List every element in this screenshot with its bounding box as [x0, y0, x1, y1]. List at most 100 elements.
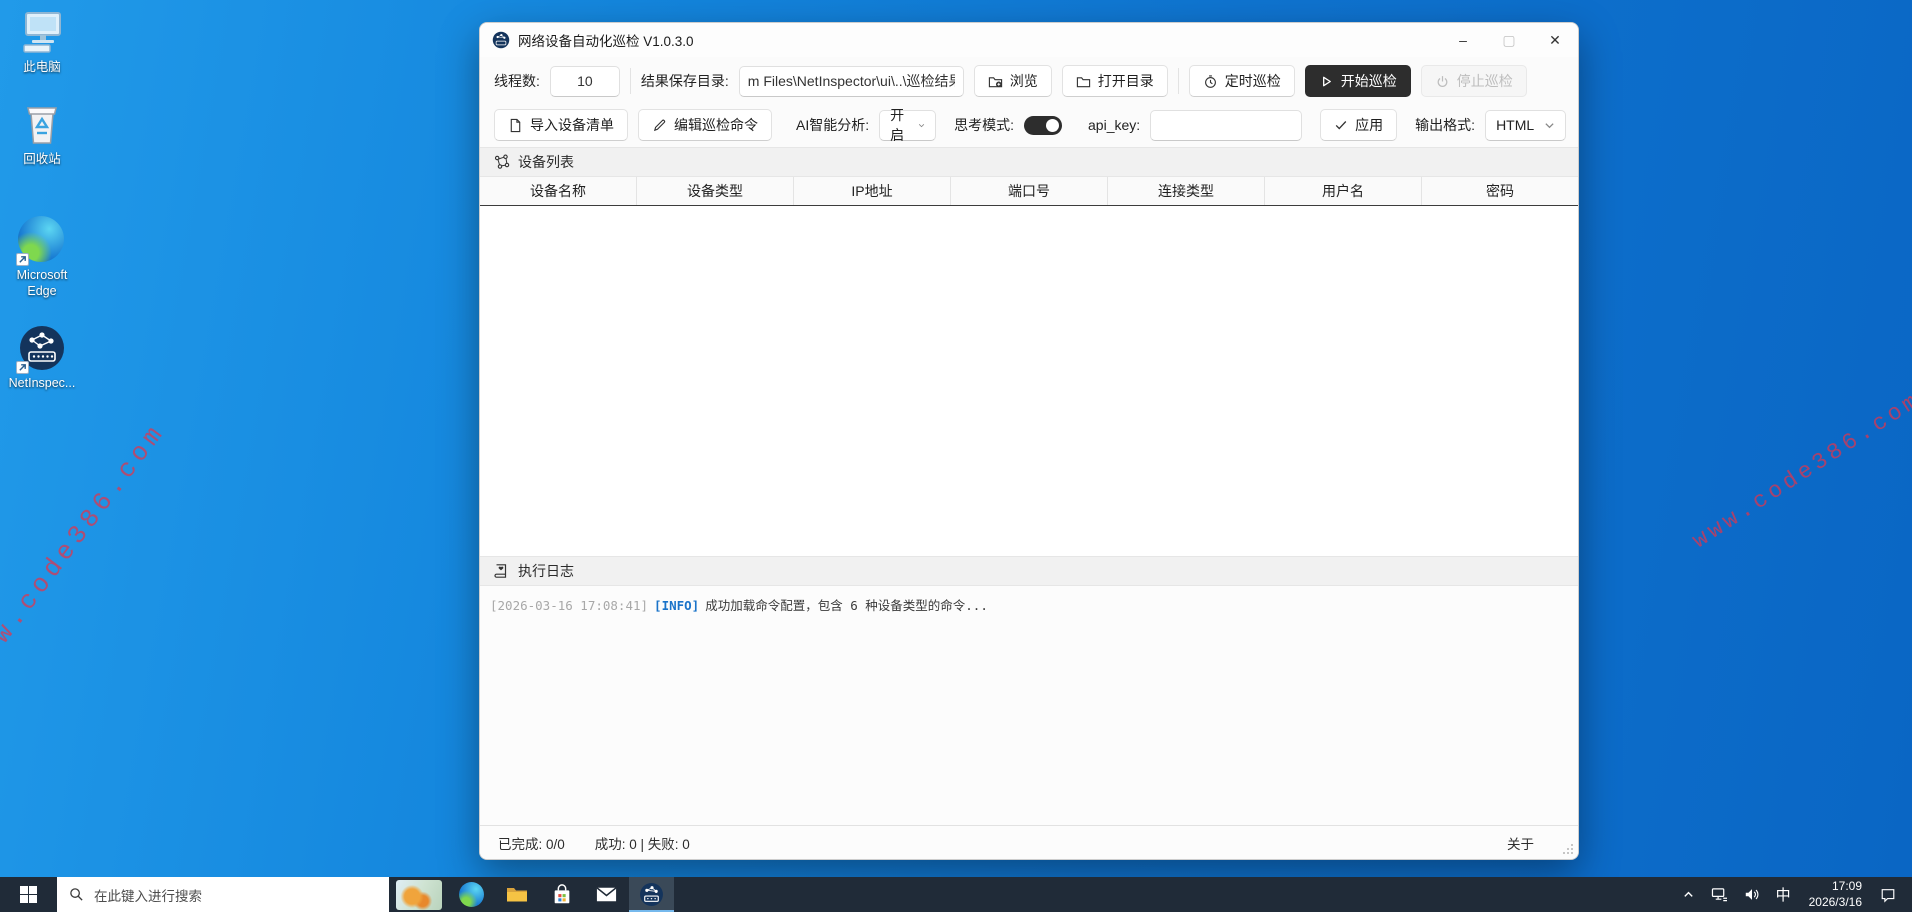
tray-date: 2026/3/16	[1808, 894, 1862, 909]
api-key-input[interactable]	[1150, 109, 1303, 141]
output-format-label: 输出格式:	[1415, 117, 1476, 133]
minimize-button[interactable]: –	[1440, 23, 1486, 57]
col-password[interactable]: 密码	[1422, 177, 1578, 205]
taskbar-search[interactable]: 在此键入进行搜索	[57, 877, 389, 912]
check-icon	[1335, 121, 1347, 130]
search-icon	[70, 888, 83, 901]
news-widget[interactable]	[389, 877, 449, 912]
ai-analysis-select[interactable]: 开启	[879, 107, 937, 143]
log-entry: [2026-03-16 17:08:41] [INFO] 成功加载命令配置，包含 6…	[490, 595, 1568, 614]
save-dir-input[interactable]	[738, 65, 964, 97]
desktop-icon-label: NetInspec...	[8, 376, 76, 390]
taskbar-store[interactable]	[539, 877, 584, 912]
desktop-icon-label: Microsoft Edge	[16, 268, 68, 298]
col-ip-address[interactable]: IP地址	[794, 177, 951, 205]
ime-indicator[interactable]: 中	[1770, 877, 1797, 912]
save-dir-label: 结果保存目录:	[640, 73, 729, 89]
desktop-icon-label: 此电脑	[23, 60, 61, 74]
shortcut-arrow-icon	[16, 253, 29, 266]
browse-button[interactable]: 浏览	[973, 65, 1052, 97]
app-logo-icon	[492, 31, 510, 49]
import-device-list-button[interactable]: 导入设备清单	[494, 109, 628, 141]
network-status-icon[interactable]	[1705, 877, 1734, 912]
window-title: 网络设备自动化巡检 V1.0.3.0	[518, 34, 694, 49]
widget-thumbnail	[396, 879, 442, 910]
tray-chevron-up-icon[interactable]	[1676, 877, 1701, 912]
success-fail-counter: 成功: 0 | 失败: 0	[594, 836, 690, 852]
store-icon	[554, 883, 569, 903]
app-window: 网络设备自动化巡检 V1.0.3.0 – ▢ ✕ 线程数: 结果保存目录: 浏览	[479, 22, 1579, 860]
log-level: [INFO]	[654, 598, 700, 613]
log-section-header: 执行日志	[480, 556, 1578, 586]
taskbar: 在此键入进行搜索 中 17:09 2026/3/16	[0, 877, 1912, 912]
log-message: 成功加载命令配置，包含 6 种设备类型的命令...	[705, 598, 988, 613]
col-connection-type[interactable]: 连接类型	[1108, 177, 1265, 205]
play-icon	[1322, 76, 1331, 86]
log-icon	[494, 564, 507, 578]
watermark: www.code386.com	[0, 417, 172, 682]
about-link[interactable]: 关于	[1507, 833, 1534, 853]
apply-button[interactable]: 应用	[1320, 109, 1398, 141]
toolbar-row-2: 导入设备清单 编辑巡检命令 AI智能分析: 开启 思考模式: api_key:	[480, 103, 1578, 147]
start-inspection-button[interactable]: 开始巡检	[1304, 65, 1411, 97]
col-device-name[interactable]: 设备名称	[480, 177, 637, 205]
desktop-icon-recycle-bin[interactable]: 回收站	[4, 100, 80, 168]
windows-logo-icon	[20, 886, 37, 903]
desktop-icon-edge[interactable]: Microsoft Edge	[4, 216, 80, 299]
device-table-body[interactable]	[480, 206, 1578, 556]
think-mode-toggle[interactable]	[1024, 115, 1063, 135]
taskbar-edge[interactable]	[449, 877, 494, 912]
search-placeholder: 在此键入进行搜索	[94, 888, 202, 904]
timer-icon	[1204, 74, 1216, 88]
chevron-down-icon	[1545, 122, 1554, 128]
recycle-bin-icon	[18, 100, 66, 148]
power-icon	[1437, 75, 1448, 87]
col-device-type[interactable]: 设备类型	[637, 177, 794, 205]
action-center-icon[interactable]	[1874, 877, 1902, 912]
this-pc-icon	[18, 8, 66, 56]
status-bar: 已完成: 0/0 成功: 0 | 失败: 0 关于	[480, 825, 1578, 859]
ai-analysis-label: AI智能分析:	[796, 117, 870, 133]
taskbar-file-explorer[interactable]	[494, 877, 539, 912]
completed-counter: 已完成: 0/0	[498, 836, 565, 852]
network-nodes-icon	[494, 154, 510, 169]
file-icon	[510, 118, 521, 132]
toolbar-row-1: 线程数: 结果保存目录: 浏览 打开目录	[480, 57, 1578, 103]
open-dir-button[interactable]: 打开目录	[1061, 65, 1168, 97]
log-timestamp: [2026-03-16 17:08:41]	[490, 598, 649, 613]
watermark: www.code386.com	[1687, 386, 1912, 554]
netinspector-icon	[16, 324, 66, 374]
volume-icon[interactable]	[1738, 877, 1766, 912]
file-explorer-icon	[506, 887, 527, 901]
tray-clock[interactable]: 17:09 2026/3/16	[1801, 879, 1870, 910]
device-list-title: 设备列表	[518, 154, 574, 170]
device-list-section-header: 设备列表	[480, 147, 1578, 177]
divider	[629, 68, 631, 94]
taskbar-mail[interactable]	[584, 877, 629, 912]
output-format-select[interactable]: HTML	[1485, 109, 1567, 141]
shortcut-arrow-icon	[16, 361, 29, 374]
log-area[interactable]: [2026-03-16 17:08:41] [INFO] 成功加载命令配置，包含 6…	[480, 586, 1578, 825]
resize-grip[interactable]	[1562, 843, 1574, 855]
log-title: 执行日志	[518, 563, 574, 579]
schedule-inspection-button[interactable]: 定时巡检	[1188, 65, 1295, 97]
taskbar-netinspector[interactable]	[629, 877, 674, 912]
edge-icon	[459, 882, 484, 907]
edge-icon	[16, 216, 66, 266]
close-button[interactable]: ✕	[1532, 23, 1578, 57]
thread-count-label: 线程数:	[494, 73, 540, 89]
maximize-button[interactable]: ▢	[1486, 23, 1532, 57]
pencil-icon	[653, 119, 666, 131]
tray-time: 17:09	[1831, 878, 1862, 893]
desktop-icon-netinspector[interactable]: NetInspec...	[4, 324, 80, 392]
start-button[interactable]	[0, 877, 57, 912]
edit-commands-button[interactable]: 编辑巡检命令	[638, 109, 772, 141]
col-username[interactable]: 用户名	[1265, 177, 1422, 205]
stop-inspection-button[interactable]: 停止巡检	[1420, 65, 1527, 97]
thread-count-input[interactable]	[549, 65, 620, 97]
folder-browse-icon	[988, 76, 1002, 87]
col-port[interactable]: 端口号	[951, 177, 1108, 205]
think-mode-label: 思考模式:	[954, 117, 1015, 133]
desktop-icon-this-pc[interactable]: 此电脑	[4, 8, 80, 76]
title-bar[interactable]: 网络设备自动化巡检 V1.0.3.0 – ▢ ✕	[480, 23, 1578, 57]
